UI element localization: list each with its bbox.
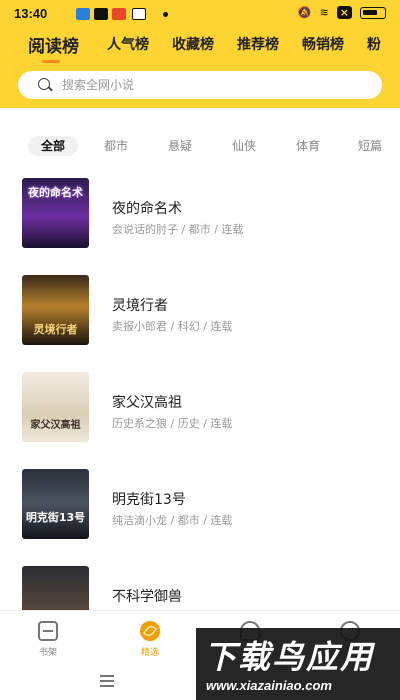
category-sports[interactable]: 体育 (296, 136, 320, 156)
book-meta: 会说话的肘子 / 都市 / 连载 (112, 223, 244, 236)
book-meta: 历史系之狼 / 历史 / 连载 (112, 417, 233, 430)
book-cover: 夜的命名术 (22, 178, 89, 248)
video-app-icon (112, 8, 126, 20)
category-urban[interactable]: 都市 (104, 136, 128, 156)
book-title: 灵境行者 (112, 298, 168, 314)
book-item[interactable]: 不科学御兽 (0, 558, 400, 610)
status-time: 13:40 (14, 6, 48, 21)
book-item[interactable]: 明克街13号 明克街13号 纯洁滴小龙 / 都市 / 连载 (0, 461, 400, 541)
watermark-logo: 下载鸟应用 (204, 638, 375, 676)
book-cover: 灵境行者 (22, 275, 89, 345)
tab-fans-rank[interactable]: 粉 (367, 34, 381, 54)
nav-bookshelf[interactable]: 书架 (18, 621, 78, 658)
book-cover: 家父汉高祖 (22, 372, 89, 442)
cover-title: 灵境行者 (33, 323, 78, 336)
category-xianxia[interactable]: 仙侠 (232, 136, 256, 156)
tab-bestseller-rank[interactable]: 畅销榜 (302, 34, 344, 54)
tab-popularity-rank[interactable]: 人气榜 (107, 34, 149, 54)
book-cover (22, 566, 89, 610)
book-item[interactable]: 灵境行者 灵境行者 卖报小郎君 / 科幻 / 连载 (0, 267, 400, 347)
book-list: 夜的命名术 夜的命名术 会说话的肘子 / 都市 / 连载 灵境行者 灵境行者 卖… (0, 170, 400, 610)
notification-app-icon (76, 8, 90, 20)
book-title: 明克街13号 (112, 492, 186, 508)
tab-favorites-rank[interactable]: 收藏榜 (172, 34, 214, 54)
watermark: 下载鸟应用 www.xiazainiao.com (196, 628, 400, 700)
book-meta: 卖报小郎君 / 科幻 / 连载 (112, 320, 233, 333)
category-all[interactable]: 全部 (28, 136, 79, 156)
battery-icon (360, 6, 386, 19)
nav-label: 书架 (38, 648, 57, 658)
book-item[interactable]: 夜的命名术 夜的命名术 会说话的肘子 / 都市 / 连载 (0, 170, 400, 250)
nav-featured[interactable]: 精选 (120, 621, 180, 658)
tab-reading-rank[interactable]: 阅读榜 (28, 34, 79, 57)
cover-title: 家父汉高祖 (30, 420, 81, 431)
search-bar[interactable] (18, 71, 382, 99)
book-item[interactable]: 家父汉高祖 家父汉高祖 历史系之狼 / 历史 / 连载 (0, 364, 400, 444)
category-filter: 全部 都市 悬疑 仙侠 体育 短篇 (0, 132, 400, 160)
cover-title: 明克街13号 (25, 511, 86, 524)
tiktok-icon (94, 8, 108, 20)
book-meta: 纯洁滴小龙 / 都市 / 连载 (112, 514, 233, 527)
tab-recommend-rank[interactable]: 推荐榜 (237, 34, 279, 54)
category-short[interactable]: 短篇 (358, 136, 382, 156)
book-title: 夜的命名术 (112, 201, 182, 217)
top-header: 13:40 🔕 ≋ × 阅读榜 人气榜 收藏榜 推荐榜 畅销榜 粉 (0, 0, 400, 108)
search-icon (38, 78, 50, 90)
active-tab-indicator (42, 60, 60, 63)
notification-dot-icon (163, 12, 168, 17)
watermark-url: www.xiazainiao.com (206, 678, 332, 693)
menu-icon[interactable] (100, 675, 114, 687)
status-bar: 13:40 🔕 ≋ × (0, 0, 400, 28)
status-right: 🔕 ≋ × (298, 6, 386, 19)
book-title: 不科学御兽 (112, 589, 182, 605)
nav-label: 精选 (140, 648, 159, 658)
featured-icon (140, 621, 160, 641)
weibo-icon (132, 8, 146, 20)
search-input[interactable] (62, 71, 362, 99)
ranking-tabs: 阅读榜 人气榜 收藏榜 推荐榜 畅销榜 粉 (0, 34, 400, 64)
bookshelf-icon (38, 621, 58, 641)
book-title: 家父汉高祖 (112, 395, 182, 411)
wifi-icon: ≋ (319, 6, 329, 19)
mute-icon: 🔕 (297, 6, 312, 19)
category-mystery[interactable]: 悬疑 (168, 136, 192, 156)
cover-title: 夜的命名术 (28, 186, 83, 199)
book-cover: 明克街13号 (22, 469, 89, 539)
sim-icon: × (336, 6, 352, 19)
